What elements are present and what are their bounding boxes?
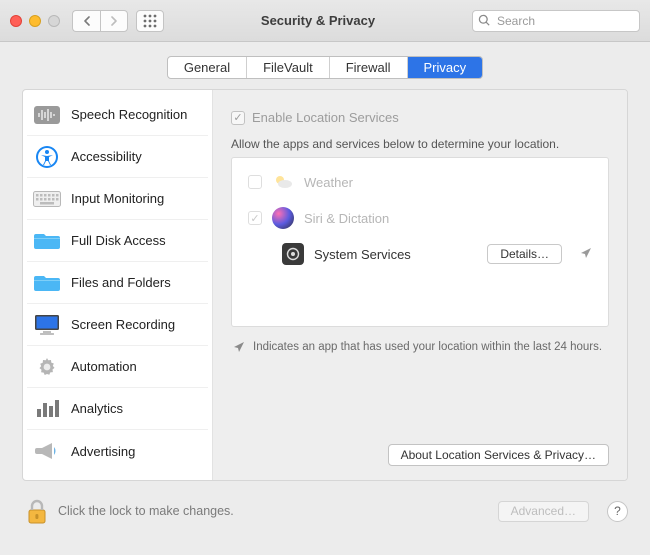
search-wrap: [472, 10, 640, 32]
folder-icon: [33, 272, 61, 294]
location-description: Allow the apps and services below to det…: [231, 137, 609, 151]
window-title: Security & Privacy: [164, 13, 472, 28]
monitor-icon: [33, 314, 61, 336]
close-window-button[interactable]: [10, 15, 22, 27]
titlebar: Security & Privacy: [0, 0, 650, 42]
footer: Click the lock to make changes. Advanced…: [0, 481, 650, 523]
app-row-system-services[interactable]: System Services Details…: [232, 236, 608, 272]
sidebar-item-label: Speech Recognition: [71, 107, 187, 122]
keyboard-icon: [33, 188, 61, 210]
location-note-text: Indicates an app that has used your loca…: [253, 341, 602, 356]
tab-general[interactable]: General: [168, 57, 247, 78]
megaphone-icon: [33, 440, 61, 462]
app-label: Weather: [304, 175, 353, 190]
content-area: Enable Location Services Allow the apps …: [213, 90, 627, 480]
gear-dark-icon: [282, 243, 304, 265]
bar-chart-icon: [33, 398, 61, 420]
app-checkbox[interactable]: [248, 175, 262, 189]
forward-button[interactable]: [100, 10, 128, 32]
weather-icon: [272, 171, 294, 193]
sidebar-item-label: Files and Folders: [71, 275, 171, 290]
app-label: System Services: [314, 247, 411, 262]
grid-icon: [143, 14, 157, 28]
sidebar-item-speech-recognition[interactable]: Speech Recognition: [27, 94, 208, 136]
gear-icon: [33, 356, 61, 378]
location-note: Indicates an app that has used your loca…: [231, 341, 609, 356]
accessibility-icon: [33, 146, 61, 168]
sidebar-item-input-monitoring[interactable]: Input Monitoring: [27, 178, 208, 220]
sidebar-item-analytics[interactable]: Analytics: [27, 388, 208, 430]
search-icon: [478, 14, 491, 27]
sidebar-item-label: Input Monitoring: [71, 191, 164, 206]
sidebar-item-files-and-folders[interactable]: Files and Folders: [27, 262, 208, 304]
app-checkbox[interactable]: [248, 211, 262, 225]
sidebar-item-full-disk-access[interactable]: Full Disk Access: [27, 220, 208, 262]
app-row-weather[interactable]: Weather: [232, 164, 608, 200]
sidebar-item-label: Full Disk Access: [71, 233, 166, 248]
siri-icon: [272, 207, 294, 229]
sidebar-item-automation[interactable]: Automation: [27, 346, 208, 388]
location-arrow-icon: [233, 341, 245, 356]
folder-icon: [33, 230, 61, 252]
minimize-window-button[interactable]: [29, 15, 41, 27]
window-controls: [10, 15, 60, 27]
sidebar-item-label: Screen Recording: [71, 317, 175, 332]
tab-bar: General FileVault Firewall Privacy: [0, 42, 650, 89]
enable-location-row[interactable]: Enable Location Services: [231, 110, 609, 125]
sidebar-item-label: Analytics: [71, 401, 123, 416]
tab-firewall[interactable]: Firewall: [330, 57, 408, 78]
chevron-left-icon: [83, 16, 91, 26]
nav-buttons: [72, 10, 128, 32]
sidebar-item-advertising[interactable]: Advertising: [27, 430, 208, 472]
sidebar-item-label: Advertising: [71, 444, 135, 459]
zoom-window-button[interactable]: [48, 15, 60, 27]
help-button[interactable]: ?: [607, 501, 628, 522]
sidebar-item-label: Accessibility: [71, 149, 142, 164]
search-input[interactable]: [472, 10, 640, 32]
back-button[interactable]: [72, 10, 100, 32]
location-arrow-icon: [580, 247, 592, 262]
about-location-button[interactable]: About Location Services & Privacy…: [388, 444, 609, 466]
sidebar: Speech Recognition Accessibility Input M…: [23, 90, 213, 480]
details-button[interactable]: Details…: [487, 244, 562, 264]
app-label: Siri & Dictation: [304, 211, 389, 226]
tab-filevault[interactable]: FileVault: [247, 57, 330, 78]
sidebar-item-label: Automation: [71, 359, 137, 374]
waveform-icon: [33, 104, 61, 126]
chevron-right-icon: [110, 16, 118, 26]
advanced-button[interactable]: Advanced…: [498, 501, 589, 522]
lock-icon[interactable]: [26, 499, 48, 523]
enable-location-label: Enable Location Services: [252, 110, 399, 125]
lock-message: Click the lock to make changes.: [58, 504, 488, 518]
sidebar-item-accessibility[interactable]: Accessibility: [27, 136, 208, 178]
tab-privacy[interactable]: Privacy: [408, 57, 483, 78]
show-all-button[interactable]: [136, 10, 164, 32]
enable-location-checkbox[interactable]: [231, 111, 245, 125]
app-row-siri[interactable]: Siri & Dictation: [232, 200, 608, 236]
main-panel: Speech Recognition Accessibility Input M…: [22, 89, 628, 481]
app-list: Weather Siri & Dictation System Services…: [231, 157, 609, 327]
sidebar-item-screen-recording[interactable]: Screen Recording: [27, 304, 208, 346]
